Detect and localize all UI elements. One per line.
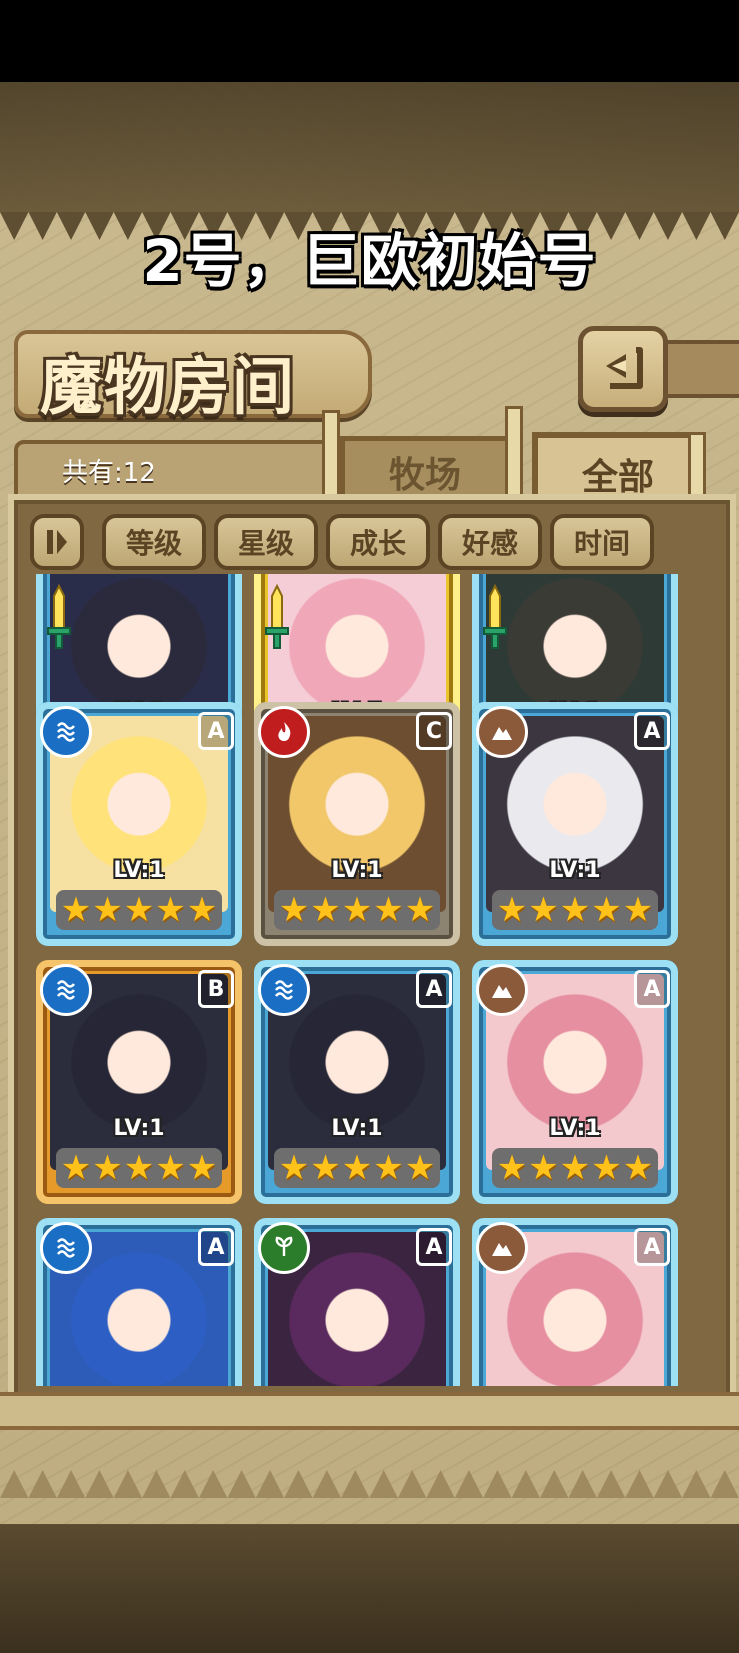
star-icon: ★ [92,1148,123,1188]
star-rating: ★★★★★ [492,1148,658,1188]
video-caption: 2号，巨欧初始号 [142,227,597,295]
star-icon: ★ [186,890,218,930]
monster-card[interactable]: A LV:1 ★ ★ ★ ★ ★ [254,960,460,1204]
rarity-badge: B [198,970,234,1008]
rarity-badge: C [416,712,452,750]
water-element-icon [40,706,92,758]
filter-time[interactable]: 时间 [550,514,654,570]
rarity-badge: A [634,970,670,1008]
star-icon: ★ [60,890,92,930]
earth-element-icon [476,964,528,1016]
star-icon: ★ [404,1148,436,1188]
monster-card[interactable]: A LV:1 ★ ★ ★ ★ ★ [472,960,678,1204]
sword-icon [482,583,508,654]
tab-pillar [322,410,340,504]
star-icon: ★ [559,890,591,930]
rarity-badge: A [198,1228,234,1266]
level-label: LV:1 [331,858,383,883]
earth-element-icon [476,706,528,758]
star-icon: ★ [341,1148,373,1188]
bottom-rail [0,1392,739,1430]
star-icon: ★ [528,890,559,930]
star-icon: ★ [341,890,373,930]
monster-grid: LV:1★★★★★LV:5★★★★★LV:1★★★★ALV:1★★★★★CLV:… [28,574,712,1386]
back-rail [662,340,739,398]
star-icon: ★ [622,1148,654,1188]
rarity-badge: A [416,1228,452,1266]
filter-level[interactable]: 等级 [102,514,206,570]
monster-card[interactable]: B LV:1 ★ ★ ★ ★ ★ [36,960,242,1204]
sword-icon [46,583,72,654]
wood-element-icon [258,1222,310,1274]
level-label: LV:1 [113,858,165,883]
page-title: 魔物房间 [40,350,297,423]
star-icon: ★ [92,890,123,930]
monster-card[interactable]: A LV:1 ★ ★ ★ ★ ★ [472,702,678,946]
star-icon: ★ [186,1148,218,1188]
map-band-bottom [0,1525,739,1653]
map-band-top [0,82,739,212]
star-icon: ★ [278,1148,310,1188]
star-icon: ★ [591,1148,622,1188]
rarity-badge: A [634,1228,670,1266]
back-button[interactable] [578,326,668,412]
tab-pillar [505,406,523,508]
filter-affection[interactable]: 好感 [438,514,542,570]
fire-element-icon [258,706,310,758]
star-icon: ★ [123,1148,155,1188]
star-rating: ★★★★★ [56,1148,222,1188]
star-icon: ★ [559,1148,591,1188]
sword-icon [264,583,290,654]
filter-star[interactable]: 星级 [214,514,318,570]
star-icon: ★ [496,1148,528,1188]
rarity-badge: A [198,712,234,750]
star-icon: ★ [373,1148,404,1188]
star-rating: ★★★★★ [56,890,222,930]
water-element-icon [40,1222,92,1274]
level-label: LV:1 [113,1116,165,1141]
star-icon: ★ [60,1148,92,1188]
sort-toggle-button[interactable] [30,514,84,570]
status-bar-area [0,0,739,82]
water-element-icon [258,964,310,1016]
return-arrow-icon [606,347,643,389]
star-icon: ★ [404,890,436,930]
star-icon: ★ [155,1148,186,1188]
monster-card[interactable]: C LV:1 ★ ★ ★ ★ ★ [254,702,460,946]
monster-card[interactable]: A [472,1218,678,1386]
rarity-badge: A [634,712,670,750]
sort-toggle-icon [47,530,67,554]
star-icon: ★ [155,890,186,930]
level-label: LV:1 [331,1116,383,1141]
rarity-badge: A [416,970,452,1008]
earth-element-icon [476,1222,528,1274]
star-icon: ★ [310,1148,341,1188]
monster-card[interactable]: A LV:1 ★ ★ ★ ★ ★ [36,702,242,946]
star-icon: ★ [496,890,528,930]
star-icon: ★ [373,890,404,930]
star-icon: ★ [528,1148,559,1188]
star-icon: ★ [123,890,155,930]
monster-card[interactable]: A [254,1218,460,1386]
star-icon: ★ [591,890,622,930]
star-rating: ★★★★★ [492,890,658,930]
star-icon: ★ [622,890,654,930]
star-rating: ★★★★★ [274,1148,440,1188]
monster-card[interactable]: A [36,1218,242,1386]
monster-count: 共有:12 [62,458,156,488]
tab-ranch[interactable]: 牧场 [340,436,510,503]
filter-growth[interactable]: 成长 [326,514,430,570]
level-label: LV:1 [549,1116,601,1141]
level-label: LV:1 [549,858,601,883]
star-icon: ★ [310,890,341,930]
star-icon: ★ [278,890,310,930]
star-rating: ★★★★★ [274,890,440,930]
zigzag-bottom-edge [0,1470,739,1498]
water-element-icon [40,964,92,1016]
